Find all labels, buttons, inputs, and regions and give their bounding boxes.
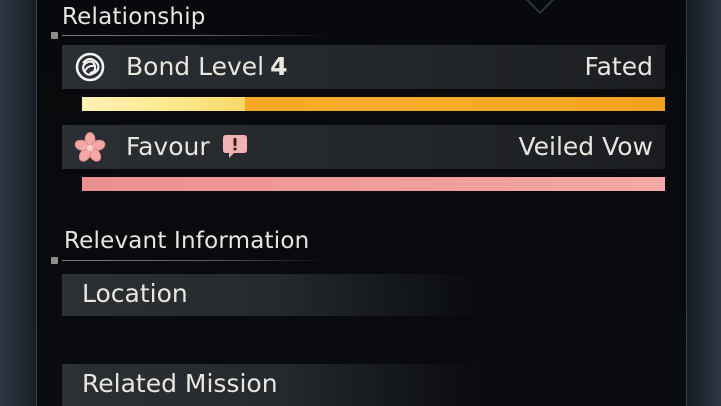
bond-status: Fated — [584, 52, 653, 81]
favour-label: Favour — [126, 132, 210, 161]
relevant-information-underline — [62, 260, 327, 261]
bond-level-text: Bond Level — [126, 52, 265, 81]
sakura-flower-icon — [74, 132, 106, 162]
decorative-diamond — [518, 0, 562, 15]
bond-level-label: Bond Level 4 — [126, 52, 288, 81]
background-left-edge — [0, 0, 36, 406]
bond-level-row[interactable]: Bond Level 4 Fated — [62, 45, 665, 89]
relationship-section-title: Relationship — [62, 4, 206, 30]
related-mission-label: Related Mission — [82, 369, 278, 398]
bond-progress-fill — [82, 97, 246, 111]
location-row[interactable]: Location — [62, 274, 482, 316]
favour-progress-fill — [82, 177, 665, 191]
section-corner-mark — [51, 32, 58, 39]
knot-emblem-icon — [75, 52, 105, 82]
related-mission-row[interactable]: Related Mission — [62, 364, 482, 406]
relationship-section-underline — [62, 35, 330, 36]
relevant-information-section-title: Relevant Information — [64, 228, 310, 254]
background-right-edge — [687, 0, 721, 406]
location-label: Location — [82, 279, 188, 308]
section-corner-mark — [51, 257, 58, 264]
favour-progress-bar — [82, 177, 665, 191]
bond-level-number: 4 — [270, 52, 288, 81]
favour-row[interactable]: Favour Veiled Vow — [62, 125, 665, 169]
exclamation-bubble-icon[interactable] — [222, 133, 248, 159]
bond-progress-bar — [82, 97, 665, 111]
favour-status: Veiled Vow — [518, 132, 653, 161]
